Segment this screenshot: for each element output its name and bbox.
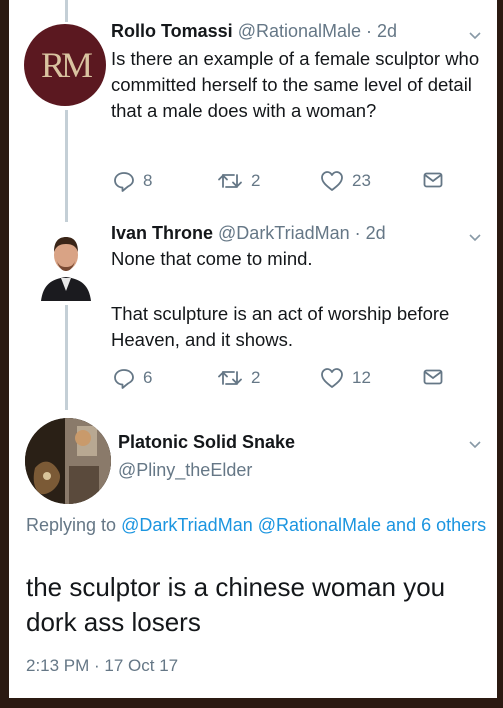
- reply-count: 8: [143, 171, 153, 190]
- display-name[interactable]: Rollo Tomassi: [111, 21, 233, 41]
- retweet-icon: [218, 371, 242, 385]
- tweet-header: Ivan Throne @DarkTriadMan · 2d: [111, 222, 386, 244]
- retweet-icon: [218, 174, 242, 188]
- tweet-text: None that come to mind.: [111, 248, 313, 269]
- tweet-thread: RM Rollo Tomassi @RationalMale · 2d Is t…: [9, 0, 497, 698]
- tweet-text: the sculptor is a chinese woman you dork…: [26, 572, 446, 637]
- handle-and-time[interactable]: @DarkTriadMan · 2d: [218, 223, 386, 243]
- like-count: 12: [352, 368, 371, 387]
- tweet-actions: 6 2 12: [113, 367, 453, 391]
- retweet-button[interactable]: 2: [217, 170, 260, 192]
- mail-icon: [423, 369, 443, 385]
- replying-links[interactable]: @DarkTriadMan @RationalMale and 6 others: [121, 515, 486, 535]
- chevron-down-icon[interactable]: [467, 27, 483, 43]
- like-button[interactable]: 12: [320, 367, 371, 389]
- display-name[interactable]: Ivan Throne: [111, 223, 213, 243]
- reply-icon: [114, 172, 134, 192]
- like-button[interactable]: 23: [320, 170, 371, 192]
- tweet-actions: 8 2 23: [113, 170, 453, 194]
- reply-icon: [114, 369, 134, 389]
- replying-to: Replying to @DarkTriadMan @RationalMale …: [26, 512, 488, 539]
- chevron-down-icon[interactable]: [467, 229, 483, 245]
- retweet-button[interactable]: 2: [217, 367, 260, 389]
- thread-line-middle: [65, 110, 68, 222]
- retweet-count: 2: [251, 171, 261, 190]
- tweet-text: That sculpture is an act of worship befo…: [111, 303, 450, 350]
- reply-count: 6: [143, 368, 153, 387]
- timestamp[interactable]: 2:13 PM · 17 Oct 17: [26, 656, 178, 676]
- tweet-header: Rollo Tomassi @RationalMale · 2d: [111, 20, 397, 42]
- tweet-text: Is there an example of a female sculptor…: [111, 48, 480, 121]
- thread-line-bottom: [65, 305, 68, 410]
- avatar-initials: RM: [40, 45, 93, 85]
- reply-button[interactable]: 6: [113, 367, 152, 389]
- chevron-down-icon[interactable]: [467, 436, 483, 452]
- retweet-count: 2: [251, 368, 261, 387]
- heart-icon: [321, 171, 343, 191]
- dm-button[interactable]: [423, 170, 451, 190]
- heart-icon: [321, 368, 343, 388]
- handle[interactable]: @Pliny_theElder: [118, 460, 252, 481]
- display-name[interactable]: Platonic Solid Snake: [118, 432, 295, 453]
- reply-button[interactable]: 8: [113, 170, 152, 192]
- avatar[interactable]: [25, 418, 111, 504]
- replying-label: Replying to: [26, 515, 117, 535]
- handle-and-time[interactable]: @RationalMale · 2d: [238, 21, 397, 41]
- avatar[interactable]: [39, 225, 93, 301]
- mail-icon: [423, 172, 443, 188]
- like-count: 23: [352, 171, 371, 190]
- dm-button[interactable]: [423, 367, 451, 387]
- thread-line-top: [65, 0, 68, 22]
- avatar[interactable]: RM: [24, 24, 106, 106]
